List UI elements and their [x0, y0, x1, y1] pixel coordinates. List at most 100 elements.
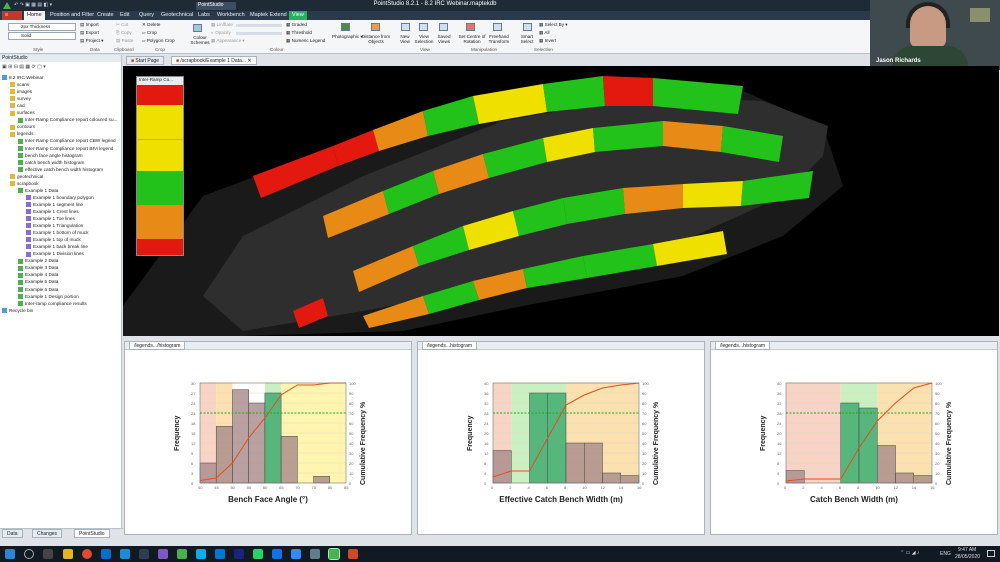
- notifications-icon[interactable]: [987, 550, 995, 557]
- tree-item[interactable]: effective catch bench width histogram: [18, 166, 103, 173]
- app-grey-icon[interactable]: [310, 549, 320, 559]
- select-all-button[interactable]: ▦ All: [539, 30, 549, 36]
- tree-item[interactable]: Example 1 Division lines: [26, 250, 84, 257]
- polygon-crop-button[interactable]: ▱ Polygon Crop: [142, 38, 175, 44]
- 3d-view[interactable]: Inter-Ramp Co...: [123, 66, 999, 336]
- tree-item[interactable]: Example 6 Data: [18, 286, 58, 293]
- tree-item[interactable]: Example 4 Data: [18, 271, 58, 278]
- tree-item[interactable]: surfaces: [10, 109, 35, 116]
- tree-item[interactable]: Inter-ramp compliance results: [18, 300, 87, 307]
- whatsapp-icon[interactable]: [253, 549, 263, 559]
- appearance-control[interactable]: ▦ Appearance ▾: [211, 38, 245, 44]
- crop-button[interactable]: ▱ Crop: [142, 30, 157, 36]
- paste-button[interactable]: ▤ Paste: [116, 38, 133, 44]
- delete-button[interactable]: ✕ Delete: [142, 22, 160, 28]
- search-icon[interactable]: [24, 549, 34, 559]
- distance-from-objects-button[interactable]: Distance from Objects: [360, 34, 392, 44]
- photographic-button[interactable]: Photographic ▾: [332, 34, 363, 40]
- tree-item[interactable]: Example 2 Data: [18, 257, 58, 264]
- tree-item[interactable]: Example 1 Data: [18, 187, 58, 194]
- copy-button[interactable]: ⎘ Copy: [116, 30, 132, 35]
- tree-item[interactable]: Example 1 Design portion: [18, 293, 79, 300]
- browser-icon[interactable]: [120, 549, 130, 559]
- view-selection-button[interactable]: View Selection: [414, 34, 434, 44]
- thickness-select[interactable]: 2px Thickness: [8, 23, 76, 31]
- tree-item[interactable]: catch bench width histogram: [18, 159, 84, 166]
- smart-select-button[interactable]: Smart Select: [518, 34, 536, 44]
- menu-view[interactable]: View: [289, 11, 307, 20]
- new-view-button[interactable]: New View: [398, 34, 412, 44]
- tree-item[interactable]: cad: [10, 102, 25, 109]
- tree-item[interactable]: Example 1 segment line: [26, 201, 83, 208]
- menu-position-filter[interactable]: Position and Filter: [47, 11, 97, 20]
- tree-item[interactable]: contours: [10, 123, 35, 130]
- graded-button[interactable]: ▦ Graded: [286, 22, 307, 28]
- task-view-icon[interactable]: [43, 549, 53, 559]
- opacity-control[interactable]: ◐ Opacity: [211, 30, 231, 35]
- menu-create[interactable]: Create: [94, 11, 117, 20]
- select-by-button[interactable]: ▦ Select By ▾: [539, 22, 568, 28]
- app-icon[interactable]: [139, 549, 149, 559]
- export-button[interactable]: ▤ Export: [80, 30, 99, 36]
- menu-edit[interactable]: Edit: [117, 11, 132, 20]
- menu-labs[interactable]: Labs: [195, 11, 213, 20]
- edge-icon[interactable]: [101, 549, 111, 559]
- tree-item[interactable]: Inter-Ramp Compliance report BFA legend: [18, 145, 113, 152]
- powerpoint-icon[interactable]: [348, 549, 358, 559]
- tree-item[interactable]: 8.2 IRC Webinar: [2, 74, 44, 81]
- tree-item[interactable]: Inter-Ramp Compliance report CBW legend: [18, 137, 116, 144]
- tab-pointstudio[interactable]: PointStudio: [74, 529, 110, 538]
- tree-item[interactable]: Example 5 Data: [18, 278, 58, 285]
- windows-start-icon[interactable]: [5, 549, 15, 559]
- numeric-legend-button[interactable]: ▦ Numeric Legend: [286, 38, 325, 44]
- menu-workbench[interactable]: Workbench: [214, 11, 248, 20]
- tree-item[interactable]: Example 1 Triangulation: [26, 222, 83, 229]
- zoom-icon[interactable]: [272, 549, 282, 559]
- pit-surface[interactable]: [123, 66, 999, 336]
- linflare-slider[interactable]: [236, 24, 282, 27]
- panel-toolbar[interactable]: ▣ ⊞ ⊟ ▤ ▦ ⟳ ▢ ▾: [2, 64, 82, 71]
- invert-selection-button[interactable]: ▦ Invert: [539, 38, 556, 44]
- file-menu-button[interactable]: ≡: [2, 11, 22, 20]
- tree-item[interactable]: Example 1 Crest lines: [26, 208, 79, 215]
- app-green-icon[interactable]: [177, 549, 187, 559]
- tree-item[interactable]: survey: [10, 95, 31, 102]
- skype-icon[interactable]: [196, 549, 206, 559]
- line-style-select[interactable]: Solid: [8, 32, 76, 40]
- tree-item[interactable]: Inter-Ramp Compliance report coloured su…: [18, 116, 118, 123]
- colour-schemes-button[interactable]: Colour Schemes: [187, 35, 213, 45]
- tree-item[interactable]: Example 1 bottom of muck: [26, 229, 89, 236]
- threshold-button[interactable]: ▦ Threshold: [286, 30, 312, 36]
- tree-item[interactable]: Example 1 Toe lines: [26, 215, 75, 222]
- tab-start-page[interactable]: ■ Start Page: [126, 56, 165, 65]
- set-centre-of-rotation-button[interactable]: Set Centre of Rotation: [458, 34, 486, 44]
- notes-icon[interactable]: [234, 549, 244, 559]
- pointstudio-task-icon[interactable]: [328, 548, 340, 560]
- tree-item[interactable]: geotechnical: [10, 173, 43, 180]
- file-explorer-icon[interactable]: [63, 549, 73, 559]
- menu-home[interactable]: Home: [24, 11, 45, 20]
- saved-views-button[interactable]: Saved Views: [435, 34, 453, 44]
- freehand-transform-button[interactable]: Freehand Transform: [486, 34, 512, 44]
- tree-item[interactable]: legends: [10, 130, 33, 137]
- tree-item[interactable]: Example 1 boundary polygon: [26, 194, 94, 201]
- system-tray[interactable]: ⌃ ▭ ◢ ♪: [900, 550, 919, 556]
- import-button[interactable]: ▤ Import: [80, 22, 99, 28]
- tree-item[interactable]: scrapbook: [10, 180, 39, 187]
- tree-item[interactable]: Recycle bin: [2, 307, 33, 314]
- tree-item[interactable]: scans: [10, 81, 29, 88]
- tab-scrapbook-example[interactable]: ■ /scrapbook/Example 1 Data... ✕: [171, 56, 257, 65]
- tree-item[interactable]: images: [10, 88, 32, 95]
- menu-query[interactable]: Query: [136, 11, 157, 20]
- chrome-icon[interactable]: [82, 549, 92, 559]
- video-icon[interactable]: [291, 549, 301, 559]
- tree-item[interactable]: Example 3 Data: [18, 264, 58, 271]
- tab-data[interactable]: Data: [2, 529, 23, 538]
- outlook-icon[interactable]: [215, 549, 225, 559]
- opacity-slider[interactable]: [236, 32, 282, 35]
- cut-button[interactable]: ✂ Cut: [116, 22, 128, 28]
- language-indicator[interactable]: ENG: [940, 551, 951, 557]
- linflare-control[interactable]: ▦ Lin/flare: [211, 22, 233, 28]
- clock-time[interactable]: 9:47 AM: [958, 547, 976, 553]
- tree-item[interactable]: Example 1 top of muck: [26, 236, 81, 243]
